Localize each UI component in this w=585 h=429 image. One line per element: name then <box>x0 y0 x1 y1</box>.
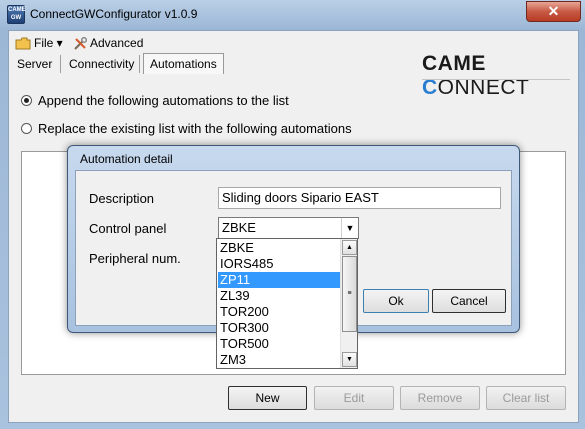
dialog-title: Automation detail <box>80 152 173 166</box>
came-connect-logo: CAME CONNECT <box>422 52 578 100</box>
dropdown-option[interactable]: ZBKE <box>218 240 341 256</box>
dropdown-option[interactable]: ZM3 <box>218 352 341 368</box>
append-option[interactable]: Append the following automations to the … <box>21 93 289 108</box>
replace-radio[interactable] <box>21 123 32 135</box>
clear-list-button[interactable]: Clear list <box>486 386 566 410</box>
title-bar[interactable]: CAME GW ConnectGWConfigurator v1.0.9 ✕ <box>0 0 585 28</box>
app-window: CAME GW ConnectGWConfigurator v1.0.9 ✕ F… <box>0 0 585 429</box>
tab-connectivity[interactable]: Connectivity <box>63 54 140 74</box>
dropdown-option[interactable]: TOR500 <box>218 336 341 352</box>
control-panel-select[interactable]: ZBKE ▼ <box>218 217 359 239</box>
append-radio[interactable] <box>21 95 32 107</box>
control-panel-dropdown-list[interactable]: ZBKE IORS485 ZP11 ZL39 TOR200 TOR300 TOR… <box>216 238 358 369</box>
file-menu[interactable]: File ▾ <box>15 34 63 52</box>
tools-icon <box>74 36 87 50</box>
app-icon: CAME GW <box>7 5 26 24</box>
control-panel-label: Control panel <box>89 221 167 236</box>
dropdown-scrollbar[interactable]: ▲ ≡ ▼ <box>340 239 357 368</box>
advanced-menu[interactable]: Advanced <box>73 34 143 52</box>
description-input[interactable]: Sliding doors Sipario EAST <box>218 187 501 209</box>
description-label: Description <box>89 191 155 206</box>
dropdown-option[interactable]: TOR200 <box>218 304 341 320</box>
scroll-down-icon[interactable]: ▼ <box>342 352 357 367</box>
scroll-thumb[interactable]: ≡ <box>342 256 357 332</box>
logo-came: CAME <box>422 52 486 75</box>
peripheral-label: Peripheral num. <box>89 251 181 266</box>
folder-icon <box>15 37 31 50</box>
remove-button[interactable]: Remove <box>400 386 480 410</box>
chevron-down-icon[interactable]: ▼ <box>341 218 358 238</box>
replace-option-label: Replace the existing list with the follo… <box>38 121 352 136</box>
edit-button[interactable]: Edit <box>314 386 394 410</box>
advanced-menu-label: Advanced <box>90 36 144 50</box>
cancel-button[interactable]: Cancel <box>432 289 506 313</box>
dropdown-option[interactable]: IORS485 <box>218 256 341 272</box>
control-panel-value: ZBKE <box>222 220 256 235</box>
dropdown-option[interactable]: TOR300 <box>218 320 341 336</box>
file-menu-label: File ▾ <box>34 36 63 50</box>
new-button[interactable]: New <box>228 386 307 410</box>
logo-underline <box>422 79 570 80</box>
tab-divider <box>60 55 61 73</box>
replace-option[interactable]: Replace the existing list with the follo… <box>21 121 352 136</box>
tab-server[interactable]: Server <box>11 54 58 74</box>
dropdown-option-selected[interactable]: ZP11 <box>218 272 341 288</box>
tab-divider <box>139 55 140 73</box>
close-button[interactable]: ✕ <box>526 1 581 22</box>
tab-automations[interactable]: Automations <box>143 53 224 74</box>
scroll-up-icon[interactable]: ▲ <box>342 240 357 255</box>
window-title: ConnectGWConfigurator v1.0.9 <box>30 7 198 21</box>
append-option-label: Append the following automations to the … <box>38 93 289 108</box>
dropdown-option[interactable]: ZL39 <box>218 288 341 304</box>
ok-button[interactable]: Ok <box>363 289 429 313</box>
